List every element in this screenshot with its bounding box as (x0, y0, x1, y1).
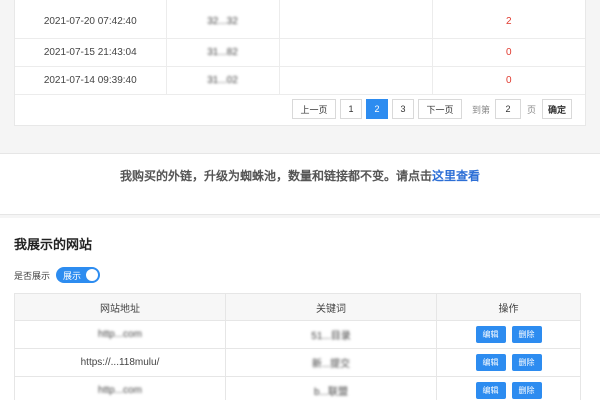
site-actions: 编辑 删除 (436, 348, 581, 377)
table-row: https://...118mulu/ 新...提交 编辑 删除 (14, 348, 581, 377)
edit-button[interactable]: 编辑 (475, 354, 506, 371)
order-extra (279, 66, 433, 95)
site-actions: 编辑 删除 (436, 376, 581, 400)
next-page-button[interactable]: 下一页 (418, 99, 462, 119)
confirm-page-button[interactable]: 确定 (542, 99, 573, 119)
page-1-button[interactable]: 1 (340, 99, 362, 119)
site-url[interactable]: http...com (14, 376, 226, 400)
order-count: 2 (432, 0, 585, 39)
goto-label: 到第 (472, 104, 491, 115)
site-url[interactable]: http...com (14, 320, 226, 349)
order-date: 2021-07-20 07:42:40 (15, 0, 167, 39)
column-header-url: 网站地址 (14, 293, 226, 321)
notice-text: 我购买的外链，升级为蜘蛛池，数量和链接都不变。请点击 (119, 169, 432, 183)
display-toggle-row: 是否展示 展示 (14, 267, 101, 283)
order-date: 2021-07-15 21:43:04 (15, 38, 167, 67)
view-here-link[interactable]: 这里查看 (432, 169, 480, 183)
order-date: 2021-07-14 09:39:40 (15, 66, 167, 95)
sites-table: 网站地址 关键词 操作 http...com 51...目录 编辑 删除 http… (14, 293, 581, 400)
column-header-actions: 操作 (436, 293, 581, 321)
table-row: 2021-07-14 09:39:40 31...02 0 (15, 66, 585, 95)
site-actions: 编辑 删除 (436, 320, 581, 349)
order-extra (279, 38, 433, 67)
table-row: http...com b...联盟 编辑 删除 (14, 376, 581, 400)
site-url[interactable]: https://...118mulu/ (14, 348, 226, 377)
delete-button[interactable]: 删除 (511, 354, 542, 371)
delete-button[interactable]: 删除 (511, 326, 542, 343)
order-id: 31...02 (166, 66, 280, 95)
section-title: 我展示的网站 (14, 237, 93, 252)
site-keyword: b...联盟 (225, 376, 437, 400)
upgrade-notice: 我购买的外链，升级为蜘蛛池，数量和链接都不变。请点击这里查看 (0, 167, 600, 184)
page-2-button[interactable]: 2 (366, 99, 388, 119)
table-row: 2021-07-15 21:43:04 31...82 0 (15, 38, 585, 67)
pagination: 上一页 1 2 3 下一页 到第 2 页 确定 (292, 99, 576, 119)
table-row: http...com 51...目录 编辑 删除 (14, 320, 581, 349)
my-sites-section: 我展示的网站 是否展示 展示 网站地址 关键词 操作 http...com 51… (0, 218, 600, 400)
display-toggle-label: 是否展示 (14, 270, 51, 281)
notice-band: 我购买的外链，升级为蜘蛛池，数量和链接都不变。请点击这里查看 (0, 153, 600, 215)
edit-button[interactable]: 编辑 (475, 326, 506, 343)
edit-button[interactable]: 编辑 (475, 382, 506, 399)
page-3-button[interactable]: 3 (392, 99, 414, 119)
table-row: 2021-07-20 07:42:40 32...32 2 (15, 0, 585, 39)
order-id: 31...82 (166, 38, 280, 67)
delete-button[interactable]: 删除 (511, 382, 542, 399)
goto-page-input[interactable]: 2 (495, 99, 522, 119)
prev-page-button[interactable]: 上一页 (292, 99, 336, 119)
orders-card: 2021-07-20 07:42:40 32...32 2 2021-07-15… (14, 0, 586, 126)
order-extra (279, 0, 433, 39)
order-count: 0 (432, 38, 585, 67)
page-unit-label: 页 (527, 104, 537, 115)
orders-table: 2021-07-20 07:42:40 32...32 2 2021-07-15… (15, 0, 585, 95)
switch-text: 展示 (63, 270, 82, 281)
order-count: 0 (432, 66, 585, 95)
table-header-row: 网站地址 关键词 操作 (14, 293, 581, 321)
site-keyword: 51...目录 (225, 320, 437, 349)
display-toggle-switch[interactable]: 展示 (56, 267, 101, 283)
switch-knob (86, 269, 99, 281)
site-keyword: 新...提交 (225, 348, 437, 377)
column-header-keyword: 关键词 (225, 293, 437, 321)
order-id: 32...32 (166, 0, 280, 39)
